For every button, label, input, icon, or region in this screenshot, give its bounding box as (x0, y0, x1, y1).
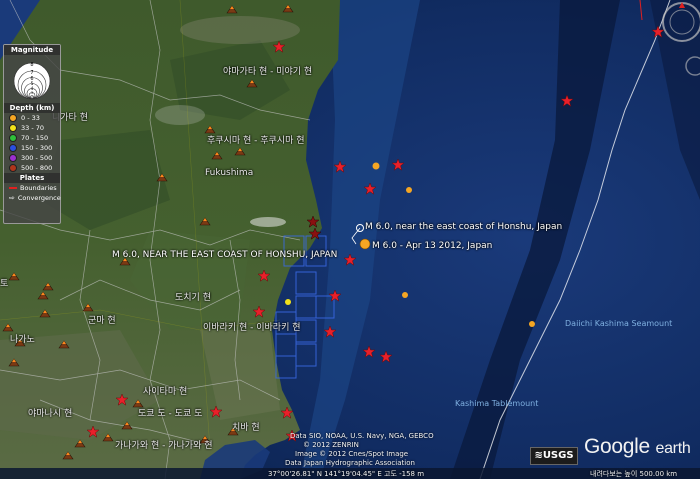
credit-line: Image © 2012 Cnes/Spot Image (295, 450, 409, 458)
earthquake-circle-marker[interactable] (529, 321, 535, 327)
credit-line: Data Japan Hydrographic Association (285, 459, 415, 467)
earthquake-label[interactable]: M 6.0 - Apr 13 2012, Japan (372, 241, 492, 251)
depth-dot-icon (9, 144, 17, 152)
credit-line: Data SIO, NOAA, U.S. Navy, NGA, GEBCO (290, 432, 434, 440)
legend-depth-item: 33 - 70 (4, 123, 60, 133)
depth-dot-icon (9, 134, 17, 142)
legend-depth-title: Depth (km) (4, 103, 60, 113)
legend-plates-label: Boundaries (20, 184, 57, 192)
google-word: Google (584, 435, 650, 458)
earthquake-circle-marker[interactable] (372, 162, 380, 170)
earth-word: earth (655, 440, 691, 457)
legend-depth-item: 150 - 300 (4, 143, 60, 153)
legend-depth-item: 500 - 800 (4, 163, 60, 173)
legend-depth-label: 300 - 500 (21, 154, 53, 162)
place-label: 가나가와 현 - 가나가와 현 (115, 441, 213, 451)
legend-depth-label: 150 - 300 (21, 144, 53, 152)
depth-dot-icon (9, 124, 17, 132)
place-label: 나가노 (10, 335, 35, 345)
place-label: Fukushima (205, 168, 254, 178)
usgs-logo: ≋USGS (530, 447, 578, 465)
earthquake-circle-marker[interactable] (359, 238, 371, 250)
satellite-map[interactable] (0, 0, 700, 479)
place-label: 도치기 현 (175, 293, 211, 303)
place-label: 이바라키 현 - 이바라키 현 (203, 323, 301, 333)
legend-magnitude-title: Magnitude (4, 45, 60, 55)
earthquake-circle-marker[interactable] (402, 292, 408, 298)
legend-depth-item: 70 - 150 (4, 133, 60, 143)
place-label: 사이타마 현 (143, 387, 188, 397)
legend-depth-label: 0 - 33 (21, 114, 40, 122)
place-label: 군마 현 (88, 316, 116, 326)
place-label: 야마가타 현 - 미야기 현 (223, 67, 313, 77)
earthquake-label[interactable]: M 6.0, near the east coast of Honshu, Ja… (365, 222, 562, 232)
boundary-line-icon (9, 187, 17, 189)
status-eye-altitude: 내려다보는 높이 500.00 km (590, 470, 678, 478)
google-earth-logo: Google earth (584, 435, 691, 459)
map-legend: Magnitude 8 7 6 5 4 3 2 Depth (km) 0 - 3… (3, 44, 61, 224)
magnitude-scale-icon: 8 7 6 5 4 3 2 (13, 62, 51, 100)
legend-depth-label: 33 - 70 (21, 124, 45, 132)
convergence-arrow-icon: ⇨ (9, 194, 15, 202)
legend-plates-label: Convergence (17, 194, 61, 202)
place-label: 후쿠시마 현 - 후쿠시마 현 (207, 136, 305, 146)
legend-plates-item: Boundaries (4, 183, 60, 193)
depth-dot-icon (9, 164, 17, 172)
credit-line: © 2012 ZENRIN (303, 441, 359, 449)
status-coordinates: 37°00'26.81" N 141°19'04.45" E 고도 -158 m (268, 470, 425, 478)
depth-dot-icon (9, 154, 17, 162)
legend-plates-title: Plates (4, 173, 60, 183)
place-label: 도쿄 도 - 도쿄 도 (138, 409, 203, 419)
legend-depth-item: 0 - 33 (4, 113, 60, 123)
legend-depth-label: 500 - 800 (21, 164, 53, 172)
legend-depth-label: 70 - 150 (21, 134, 49, 142)
magnitude-value: 8 (30, 62, 33, 68)
earthquake-label[interactable]: M 6.0, NEAR THE EAST COAST OF HONSHU, JA… (112, 250, 337, 260)
seamount-label: Daiichi Kashima Seamount (565, 319, 673, 328)
place-label: 야마나시 현 (28, 409, 73, 419)
legend-depth-item: 300 - 500 (4, 153, 60, 163)
seamount-label: Kashima Tablemount (455, 399, 539, 408)
magnitude-value: 2 (31, 95, 33, 99)
place-label: 치바 현 (232, 423, 260, 433)
depth-dot-icon (9, 114, 17, 122)
earthquake-circle-marker[interactable] (406, 187, 412, 193)
place-label: 토 (0, 279, 9, 289)
earthquake-circle-marker[interactable] (285, 299, 291, 305)
legend-plates-item: ⇨ Convergence (4, 193, 61, 203)
